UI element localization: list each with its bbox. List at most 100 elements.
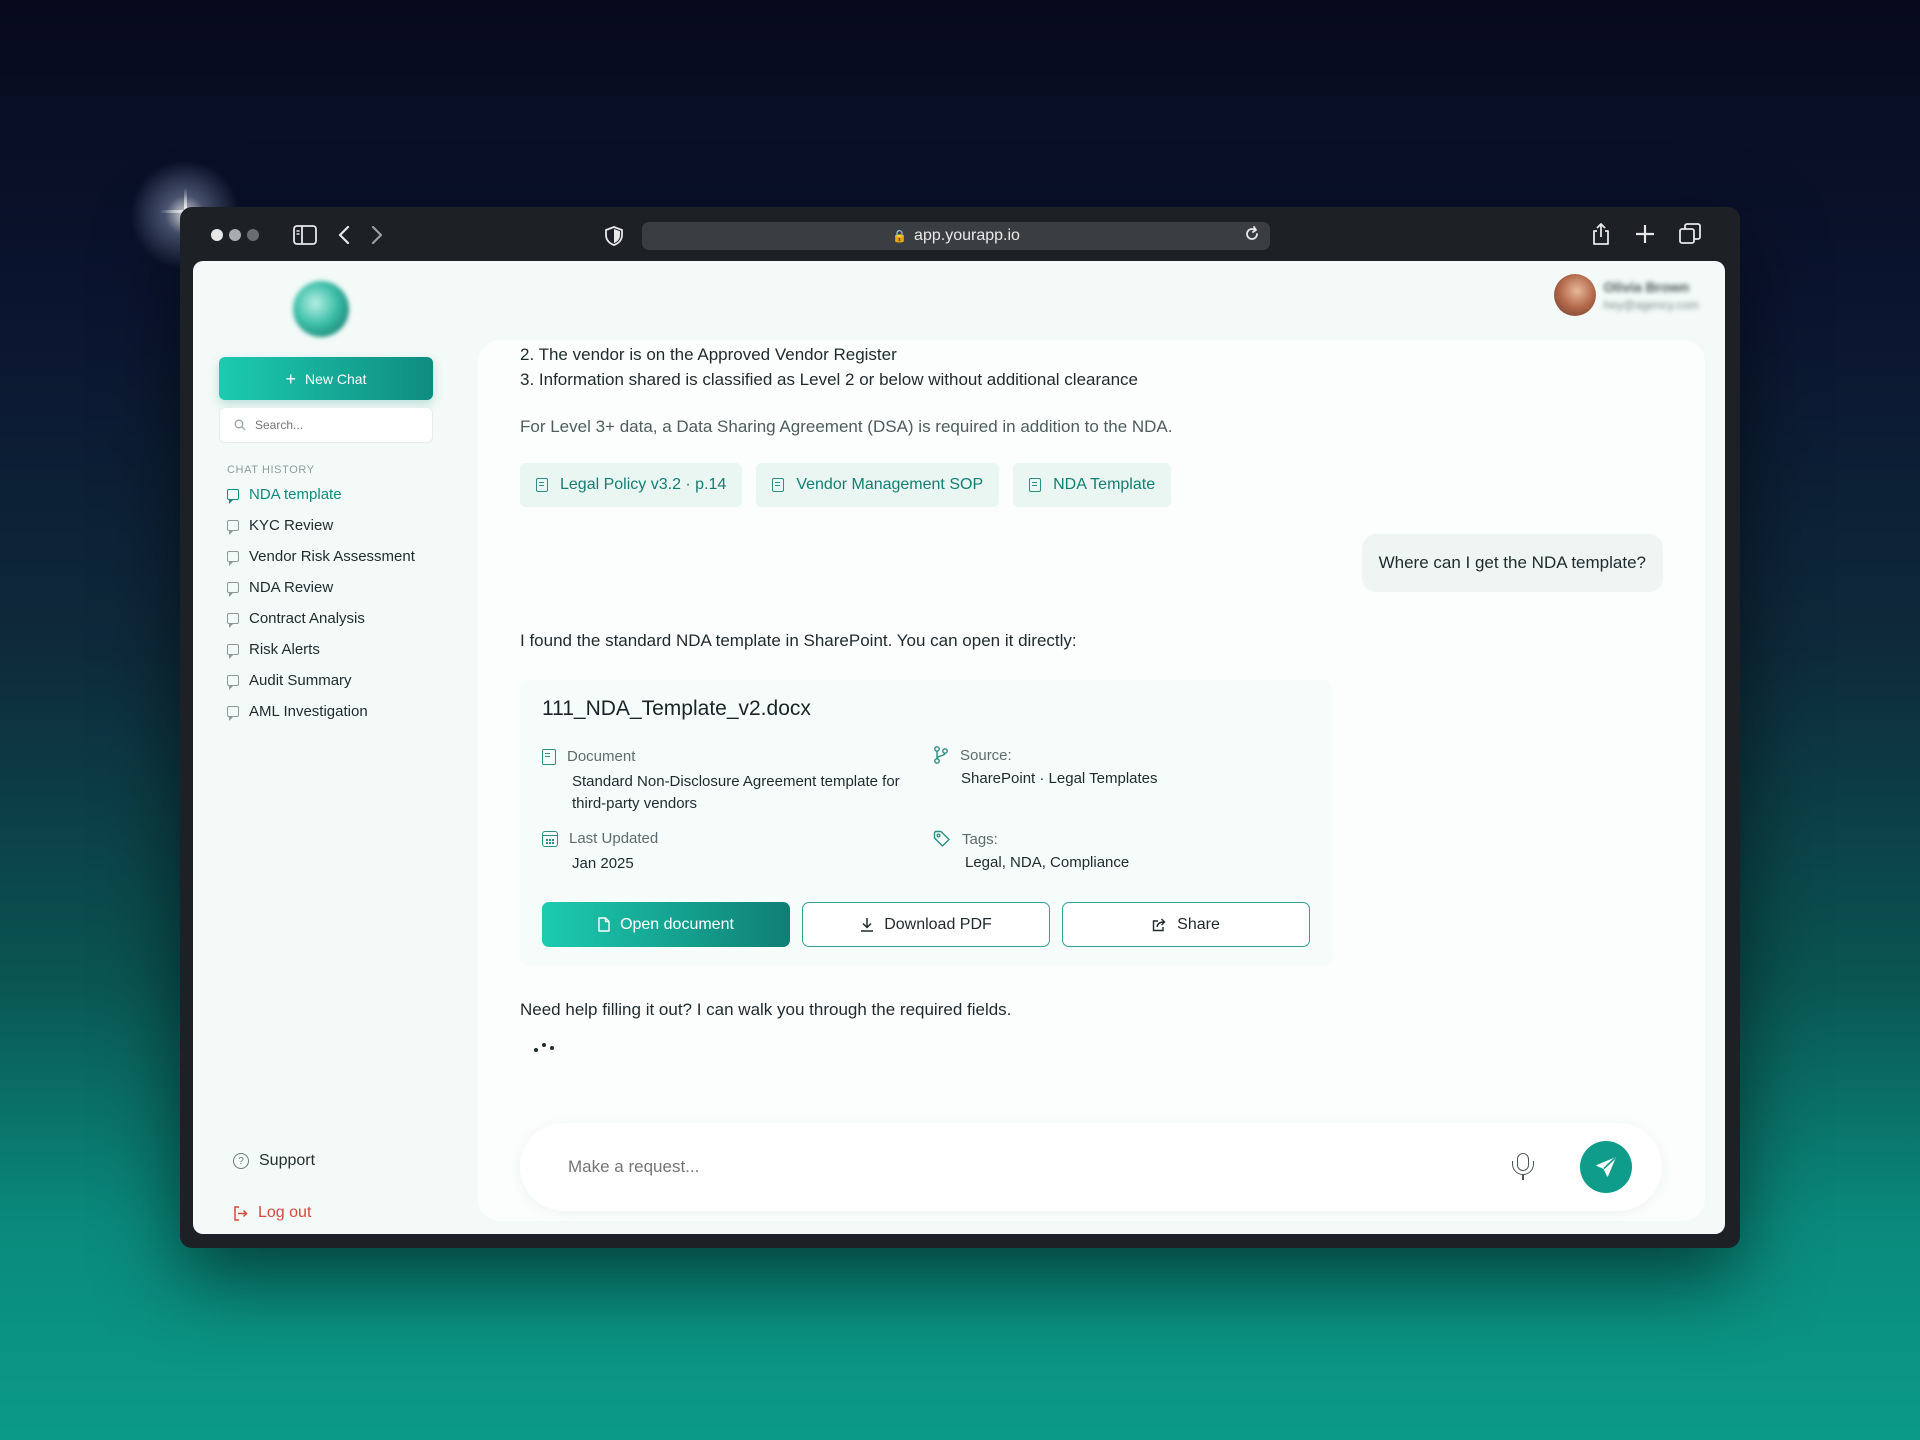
url-bar[interactable]: 🔒 app.yourapp.io	[642, 222, 1270, 250]
sidebar-toggle-icon[interactable]	[293, 225, 317, 245]
avatar[interactable]	[1553, 274, 1596, 316]
source-chips: Legal Policy v3.2 · p.14 Vendor Manageme…	[520, 463, 1172, 507]
share-label: Share	[1177, 915, 1220, 933]
history-item[interactable]: AML Investigation	[227, 696, 457, 727]
forward-icon[interactable]	[371, 226, 383, 244]
search-box[interactable]	[219, 407, 433, 443]
meta-tags: Tags: Legal, NDA, Compliance	[933, 830, 1313, 874]
plus-icon: +	[285, 368, 297, 389]
support-link[interactable]: ? Support	[233, 1152, 315, 1170]
share-icon[interactable]	[1592, 222, 1610, 246]
history-item[interactable]: Vendor Risk Assessment	[227, 541, 457, 572]
meta-tags-value: Legal, NDA, Compliance	[965, 854, 1130, 871]
assistant-followup: Need help filling it out? I can walk you…	[520, 1000, 1012, 1019]
app-logo	[293, 281, 349, 337]
source-chip[interactable]: NDA Template	[1013, 463, 1172, 507]
help-icon: ?	[233, 1153, 249, 1169]
user-profile[interactable]: Olivia Brown hey@agency.com	[1553, 274, 1699, 316]
history-item[interactable]: Risk Alerts	[227, 634, 457, 665]
document-card: 111_NDA_Template_v2.docx Document Standa…	[520, 680, 1332, 966]
download-pdf-button[interactable]: Download PDF	[802, 902, 1050, 947]
chat-bubble-icon	[227, 675, 239, 690]
window-controls[interactable]	[211, 229, 259, 241]
logout-icon	[234, 1205, 248, 1221]
chat-bubble-icon	[227, 644, 239, 659]
chat-bubble-icon	[227, 489, 239, 504]
profile-name: Olivia Brown	[1603, 278, 1690, 295]
window-dot[interactable]	[229, 229, 241, 241]
app-viewport: + New Chat CHAT HISTORY NDA template KYC…	[193, 261, 1725, 1234]
browser-window: 🔒 app.yourapp.io + New Chat Search... CH…	[180, 207, 1740, 1248]
meta-updated-label: Last Updated	[569, 830, 659, 847]
message-composer[interactable]	[520, 1123, 1662, 1211]
search-icon	[234, 419, 246, 431]
history-item-label: Vendor Risk Assessment	[249, 548, 415, 565]
back-icon[interactable]	[338, 226, 350, 244]
chat-history-list: NDA template KYC Review Vendor Risk Asse…	[227, 479, 457, 727]
document-icon	[542, 748, 556, 765]
logout-link[interactable]: Log out	[233, 1204, 311, 1222]
new-chat-button[interactable]: + New Chat	[219, 357, 433, 400]
meta-source-value: SharePoint · Legal Templates	[961, 770, 1158, 787]
logout-label: Log out	[258, 1204, 312, 1221]
history-item[interactable]: Audit Summary	[227, 665, 457, 696]
file-icon	[598, 917, 610, 932]
history-item-label: KYC Review	[249, 517, 334, 534]
source-chip[interactable]: Legal Policy v3.2 · p.14	[520, 463, 743, 507]
lock-icon: 🔒	[892, 229, 908, 243]
tabs-overview-icon[interactable]	[1679, 223, 1701, 245]
window-dot[interactable]	[211, 229, 223, 241]
assistant-reply: I found the standard NDA template in Sha…	[520, 631, 1077, 650]
source-chip[interactable]: Vendor Management SOP	[756, 463, 1000, 507]
meta-document-label: Document	[567, 748, 636, 765]
document-actions: Open document Download PDF Share	[542, 902, 1310, 947]
download-pdf-label: Download PDF	[884, 915, 992, 933]
send-button[interactable]	[1580, 1141, 1632, 1193]
branch-icon	[934, 746, 948, 764]
share-button[interactable]: Share	[1062, 902, 1310, 947]
new-chat-label: New Chat	[305, 370, 367, 387]
meta-updated: Last Updated Jan 2025	[542, 830, 912, 875]
window-dot[interactable]	[247, 229, 259, 241]
assistant-message-line: 3. Information shared is classified as L…	[520, 370, 1139, 389]
sidebar: + New Chat CHAT HISTORY NDA template KYC…	[193, 261, 473, 1234]
open-document-button[interactable]: Open document	[542, 902, 790, 947]
history-item-label: NDA template	[249, 486, 342, 503]
search-input[interactable]	[255, 418, 415, 432]
source-chip-label: Legal Policy v3.2 · p.14	[560, 476, 727, 493]
chat-history-label: CHAT HISTORY	[227, 464, 315, 476]
new-tab-icon[interactable]	[1635, 224, 1655, 244]
document-icon	[772, 478, 785, 492]
chat-bubble-icon	[227, 706, 239, 721]
history-item[interactable]: NDA template	[227, 479, 457, 510]
browser-toolbar: 🔒 app.yourapp.io	[180, 207, 1740, 261]
user-message: Where can I get the NDA template?	[1361, 534, 1663, 592]
share-arrow-icon	[1152, 918, 1166, 931]
meta-document: Document Standard Non-Disclosure Agreeme…	[542, 748, 912, 815]
meta-tags-label: Tags:	[962, 830, 998, 848]
dsa-note: For Level 3+ data, a Data Sharing Agreem…	[520, 417, 1173, 436]
microphone-icon[interactable]	[1510, 1151, 1536, 1183]
send-icon	[1596, 1157, 1616, 1177]
source-chip-label: NDA Template	[1053, 476, 1156, 493]
open-document-label: Open document	[620, 915, 734, 933]
history-item-label: Contract Analysis	[249, 610, 365, 627]
tag-icon	[933, 830, 950, 847]
message-input[interactable]	[568, 1157, 1468, 1177]
meta-source-label: Source:	[960, 746, 1012, 764]
download-icon	[861, 918, 874, 932]
history-item[interactable]: Contract Analysis	[227, 603, 457, 634]
history-item[interactable]: NDA Review	[227, 572, 457, 603]
profile-text: Olivia Brown hey@agency.com	[1604, 279, 1699, 312]
history-item[interactable]: KYC Review	[227, 510, 457, 541]
typing-indicator	[534, 1040, 564, 1054]
meta-document-value: Standard Non-Disclosure Agreement templa…	[572, 773, 900, 812]
url-text: app.yourapp.io	[914, 227, 1020, 244]
source-chip-label: Vendor Management SOP	[796, 476, 984, 493]
calendar-icon	[542, 830, 558, 847]
document-icon	[1029, 478, 1042, 492]
profile-email: hey@agency.com	[1603, 297, 1699, 312]
history-item-label: Risk Alerts	[249, 641, 320, 658]
reload-icon[interactable]	[1244, 226, 1260, 242]
shield-icon[interactable]	[605, 226, 623, 246]
